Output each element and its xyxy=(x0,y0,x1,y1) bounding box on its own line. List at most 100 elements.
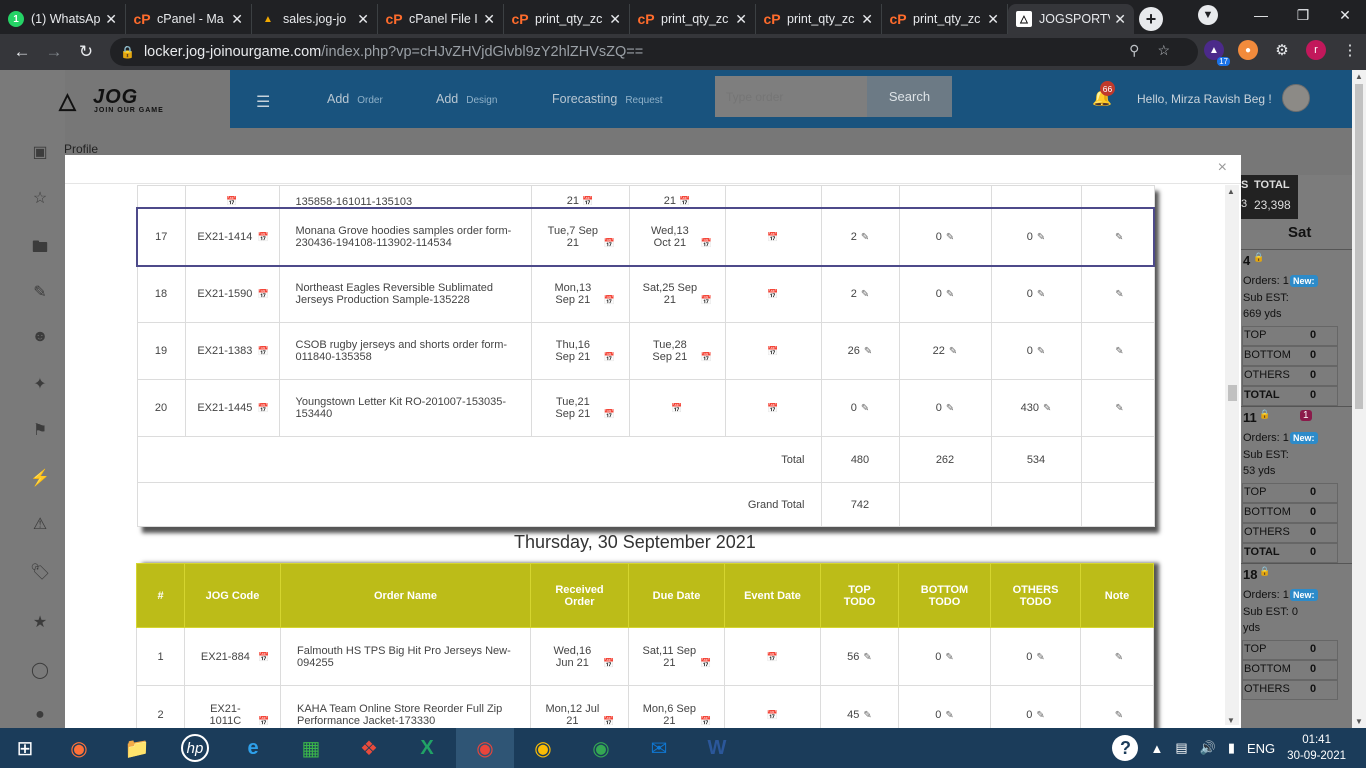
flag-icon[interactable]: ⚑ xyxy=(28,420,52,440)
edit-icon[interactable]: ✎ xyxy=(1115,232,1123,243)
nav-add-design[interactable]: Add Design xyxy=(436,92,497,106)
calendar-icon[interactable]: 📅 xyxy=(226,196,237,206)
calendar-icon[interactable]: 📅 xyxy=(604,352,615,362)
edit-icon[interactable]: ✎ xyxy=(1115,652,1123,663)
tab-close-icon[interactable]: ✕ xyxy=(735,11,747,28)
bolt-icon[interactable]: ⚡ xyxy=(28,468,52,488)
tab-close-icon[interactable]: ✕ xyxy=(357,11,369,28)
edit-icon[interactable]: ✎ xyxy=(945,652,953,663)
modal-close-button[interactable]: × xyxy=(1218,159,1227,177)
battery-icon[interactable]: ▮ xyxy=(1228,740,1235,756)
volume-icon[interactable]: 🔊 xyxy=(1200,740,1216,756)
column-header[interactable]: BOTTOM TODO xyxy=(898,563,991,628)
mail-icon[interactable]: ✉ xyxy=(630,728,688,768)
extension-icon-2[interactable]: ● xyxy=(1238,40,1258,60)
bookmark-star-icon[interactable]: ☆ xyxy=(1157,42,1188,58)
edit-icon[interactable]: ✎ xyxy=(864,346,872,357)
tags-icon[interactable]: 🏷 xyxy=(28,562,52,582)
browser-tab[interactable]: cP cPanel - Ma ✕ xyxy=(126,4,252,34)
nav-forecasting-request[interactable]: Forecasting Request xyxy=(552,92,663,106)
column-header[interactable]: OTHERS TODO xyxy=(990,563,1081,628)
jog-code[interactable]: EX21-1590 xyxy=(195,288,255,300)
tab-close-icon[interactable]: ✕ xyxy=(231,11,243,28)
nav-add-order[interactable]: Add Order xyxy=(327,92,383,106)
dashboard-icon[interactable]: ▣ xyxy=(28,142,52,162)
jog-code[interactable]: EX21-1011C xyxy=(195,703,255,727)
minimize-button[interactable]: — xyxy=(1240,7,1282,23)
edit-icon[interactable]: ✎ xyxy=(1036,652,1044,663)
page-scrollbar[interactable]: ▲ ▼ xyxy=(1352,70,1366,728)
edit-icon[interactable]: ✎ xyxy=(1037,232,1045,243)
extension-icon[interactable]: ▲ 17 xyxy=(1204,40,1230,66)
edit-icon[interactable]: ✎ xyxy=(949,346,957,357)
column-header[interactable]: Order Name xyxy=(280,563,531,628)
tab-close-icon[interactable]: ✕ xyxy=(1114,11,1126,28)
star-icon[interactable]: ☆ xyxy=(28,188,52,208)
calendar-icon[interactable]: 📅 xyxy=(582,196,593,206)
browser-tab[interactable]: cP print_qty_zc ✕ xyxy=(630,4,756,34)
browser-tab[interactable]: cP print_qty_zc ✕ xyxy=(756,4,882,34)
calendar-icon[interactable]: 📅 xyxy=(258,716,269,726)
chat-icon[interactable]: ◯ xyxy=(28,660,52,680)
user-icon[interactable]: ☻ xyxy=(28,328,52,346)
calendar-icon[interactable]: 📅 xyxy=(603,658,614,668)
tab-close-icon[interactable]: ✕ xyxy=(105,11,117,28)
column-header[interactable]: Note xyxy=(1080,563,1154,628)
user-greeting[interactable]: Hello, Mirza Ravish Beg ! xyxy=(1137,92,1272,106)
jog-code[interactable]: EX21-1445 xyxy=(195,402,255,414)
help-icon[interactable]: ? xyxy=(1112,735,1139,761)
calendar-icon[interactable]: 📅 xyxy=(700,658,711,668)
calendar-icon[interactable]: 📅 xyxy=(258,289,269,299)
calendar-icon[interactable]: 📅 xyxy=(767,710,778,720)
browser-tab[interactable]: △ JOGSPORTV ✕ xyxy=(1008,4,1134,34)
edit-icon[interactable]: ✎ xyxy=(1037,289,1045,300)
tab-close-icon[interactable]: ✕ xyxy=(609,11,621,28)
calendar-icon[interactable]: 📅 xyxy=(767,232,778,242)
folder-icon[interactable]: 🖿 xyxy=(28,236,52,263)
network-icon[interactable]: ▤ xyxy=(1175,740,1187,756)
file-explorer-icon[interactable]: 📁 xyxy=(108,728,166,768)
edit-icon[interactable]: ✎ xyxy=(861,403,869,414)
calendar-icon[interactable]: 📅 xyxy=(258,346,269,356)
edit-icon[interactable]: ✎ xyxy=(1115,289,1123,300)
word-icon[interactable]: W xyxy=(688,728,746,768)
edit-icon[interactable]: ✎ xyxy=(861,289,869,300)
table-row[interactable]: 18 EX21-1590 📅 Northeast Eagles Reversible… xyxy=(136,265,1155,323)
edit-icon[interactable]: ✎ xyxy=(861,232,869,243)
order-name[interactable]: KAHA Team Online Store Reorder Full Zip … xyxy=(280,685,531,728)
store-icon[interactable]: ▦ xyxy=(282,728,340,768)
calendar-icon[interactable]: 📅 xyxy=(258,403,269,413)
new-tab-button[interactable]: + xyxy=(1134,4,1168,34)
calendar-icon[interactable]: 📅 xyxy=(701,352,712,362)
tab-close-icon[interactable]: ✕ xyxy=(483,11,495,28)
calendar-icon[interactable]: 📅 xyxy=(258,232,269,242)
browser-tab[interactable]: cP print_qty_zc ✕ xyxy=(882,4,1008,34)
edit-icon[interactable]: ✎ xyxy=(863,710,871,721)
close-window-button[interactable]: ✕ xyxy=(1324,7,1366,24)
calendar-icon[interactable]: 📅 xyxy=(767,346,778,356)
star-filled-icon[interactable]: ★ xyxy=(28,612,52,632)
edit-icon[interactable]: ✎ xyxy=(1036,710,1044,721)
column-header[interactable]: # xyxy=(136,563,185,628)
back-button[interactable]: ← xyxy=(6,42,38,62)
reload-button[interactable]: ↻ xyxy=(70,42,102,62)
order-name[interactable]: Youngstown Letter Kit RO-201007-153035-1… xyxy=(278,379,532,437)
profile-avatar[interactable]: r xyxy=(1306,40,1326,60)
table-row[interactable]: 17 EX21-1414 📅 Monana Grove hoodies sample… xyxy=(136,206,1155,267)
order-name[interactable]: CSOB rugby jerseys and shorts order form… xyxy=(278,322,532,380)
jog-code[interactable]: EX21-884 xyxy=(195,651,255,663)
puzzle-extensions-icon[interactable]: ⚙ xyxy=(1272,40,1292,60)
calendar-icon[interactable]: 📅 xyxy=(767,403,778,413)
order-name[interactable]: Monana Grove hoodies samples order form-… xyxy=(278,206,532,267)
browser-tab[interactable]: cP cPanel File I ✕ xyxy=(378,4,504,34)
magic-wand-icon[interactable]: ✦ xyxy=(28,374,52,394)
calendar-icon[interactable]: 📅 xyxy=(679,196,690,206)
table-row[interactable]: 1 EX21-884 📅 Falmouth HS TPS Big Hit Pro J… xyxy=(136,627,1154,686)
calendar-icon[interactable]: 📅 xyxy=(671,403,682,413)
kebab-menu-icon[interactable]: ⋮ xyxy=(1340,40,1360,60)
calendar-icon[interactable]: 📅 xyxy=(258,652,269,662)
tray-chevron-up-icon[interactable]: ▲ xyxy=(1150,741,1163,756)
table-row[interactable]: 2 EX21-1011C 📅 KAHA Team Online Store Reor… xyxy=(136,685,1154,728)
calendar-icon[interactable]: 📅 xyxy=(603,716,614,726)
edit-icon[interactable]: ✎ xyxy=(946,403,954,414)
